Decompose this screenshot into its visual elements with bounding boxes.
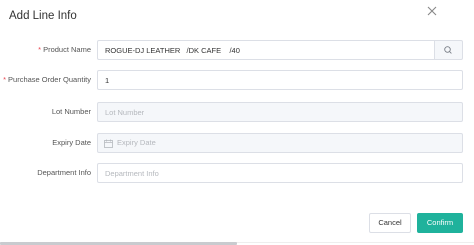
product-name-search (97, 40, 463, 60)
product-search-button[interactable] (435, 40, 463, 60)
department-info-label: Department Info (37, 168, 91, 177)
expiry-date-picker: Expiry Date (97, 133, 463, 153)
required-marker: * (38, 45, 42, 54)
search-icon (444, 46, 452, 54)
expiry-date-placeholder: Expiry Date (117, 138, 156, 147)
purchase-order-quantity-label: * Purchase Order Quantity (3, 75, 91, 84)
department-info-input[interactable] (97, 163, 463, 183)
add-line-info-dialog: Add Line Info *Product Name *Purchase Or… (0, 0, 474, 245)
purchase-order-quantity-input[interactable] (97, 70, 463, 90)
dialog-title: Add Line Info (9, 10, 77, 22)
cancel-button[interactable]: Cancel (369, 213, 411, 233)
lot-number-input (97, 102, 463, 122)
product-name-input[interactable] (97, 40, 435, 60)
calendar-icon (104, 139, 113, 148)
close-icon[interactable] (425, 4, 439, 18)
confirm-button[interactable]: Confirm (417, 213, 463, 233)
lot-number-label: Lot Number (51, 107, 91, 116)
product-name-label: * Product Name (38, 45, 91, 54)
expiry-date-label: Expiry Date (52, 138, 91, 147)
required-marker: * (3, 75, 7, 84)
